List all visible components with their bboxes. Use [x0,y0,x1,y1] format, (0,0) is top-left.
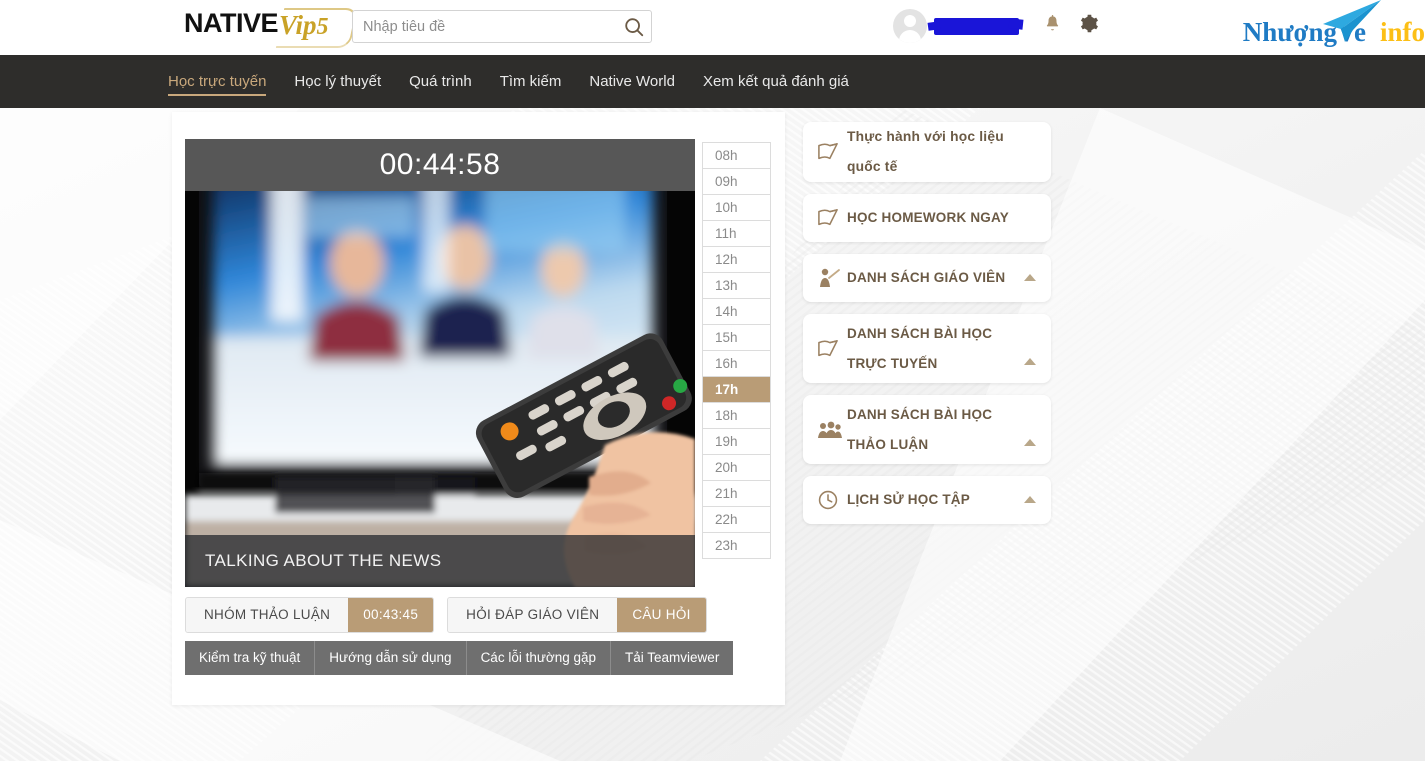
hour-item-22h[interactable]: 22h [703,507,770,533]
hour-item-21h[interactable]: 21h [703,481,770,507]
logo-text-native: NATIVE [184,8,279,38]
watermark-tld: info [1379,17,1425,47]
right-sidebar: Thực hành với học liệu quốc tế HỌC HOMEW… [803,122,1051,536]
sidebar-item-label: Thực hành với học liệu quốc tế [847,129,1004,174]
hour-item-09h[interactable]: 09h [703,169,770,195]
hour-item-20h[interactable]: 20h [703,455,770,481]
hour-item-13h[interactable]: 13h [703,273,770,299]
book-icon [817,142,847,162]
nav-item-native-world[interactable]: Native World [575,55,689,108]
username-redacted [934,17,1019,35]
avatar[interactable] [893,9,927,43]
sidebar-item-homework[interactable]: HỌC HOMEWORK NGAY [803,194,1051,242]
discussion-group-label[interactable]: NHÓM THẢO LUẬN [186,598,349,632]
search-button[interactable] [617,11,651,42]
video-player[interactable]: 00:44:58 TALKING ABOUT THE NEWS [185,139,695,587]
group-icon [817,420,847,440]
main-content-panel: 00:44:58 TALKING ABOUT THE NEWS 08h 09h … [172,112,785,705]
video-title-bar: TALKING ABOUT THE NEWS [185,535,695,587]
hour-item-19h[interactable]: 19h [703,429,770,455]
discussion-group-timer[interactable]: 00:43:45 [348,598,434,632]
teacher-qa-label[interactable]: HỎI ĐÁP GIÁO VIÊN [448,598,618,632]
video-timer-bar: 00:44:58 [185,139,695,191]
hour-item-16h[interactable]: 16h [703,351,770,377]
hour-item-18h[interactable]: 18h [703,403,770,429]
search-box[interactable] [352,10,652,43]
user-area [893,9,1099,43]
discussion-tab-row: NHÓM THẢO LUẬN 00:43:45 HỎI ĐÁP GIÁO VIÊ… [185,597,707,633]
hour-item-17h[interactable]: 17h [703,377,770,403]
nav-item-tim-kiem[interactable]: Tìm kiếm [486,55,576,108]
main-navigation: Học trực tuyến Học lý thuyết Quá trình T… [0,55,1425,108]
chevron-up-icon[interactable] [1023,269,1037,287]
hour-item-15h[interactable]: 15h [703,325,770,351]
book-icon [817,339,847,359]
sidebar-item-lich-su-hoc-tap[interactable]: LỊCH SỬ HỌC TẬP [803,476,1051,524]
sidebar-item-label: DANH SÁCH GIÁO VIÊN [847,270,1006,285]
video-timer: 00:44:58 [379,148,501,181]
nav-item-hoc-ly-thuyet[interactable]: Học lý thuyết [280,55,395,108]
nav-item-qua-trinh[interactable]: Quá trình [395,55,486,108]
sidebar-item-thuc-hanh[interactable]: Thực hành với học liệu quốc tế [803,122,1051,182]
nav-item-xem-ket-qua-danh-gia[interactable]: Xem kết quả đánh giá [689,55,863,108]
video-title: TALKING ABOUT THE NEWS [205,551,442,570]
watermark: NhượngVe info [1243,0,1425,47]
search-icon [625,17,644,36]
chevron-up-icon[interactable] [1023,491,1037,509]
paper-plane-icon [1323,0,1381,42]
page-header: NATIVE Vip5 Nhập tiêu đề NhượngVe info [0,0,1425,55]
hour-item-23h[interactable]: 23h [703,533,770,559]
hour-item-10h[interactable]: 10h [703,195,770,221]
util-button-cac-loi-thuong-gap[interactable]: Các lỗi thường gặp [467,641,612,675]
gear-icon[interactable] [1078,13,1099,39]
hour-item-12h[interactable]: 12h [703,247,770,273]
hour-item-08h[interactable]: 08h [703,143,770,169]
teacher-qa-tab: HỎI ĐÁP GIÁO VIÊN CÂU HỎI [447,597,707,633]
utility-button-row: Kiểm tra kỹ thuật Hướng dẫn sử dụng Các … [185,641,734,675]
discussion-group-tab: NHÓM THẢO LUẬN 00:43:45 [185,597,435,633]
book-icon [817,208,847,228]
util-button-tai-teamviewer[interactable]: Tải Teamviewer [611,641,733,675]
logo-swash-decoration [275,8,359,48]
teacher-icon [817,267,847,289]
sidebar-item-label: HỌC HOMEWORK NGAY [847,210,1009,225]
chevron-up-icon[interactable] [1023,434,1037,452]
nav-item-hoc-truc-tuyen[interactable]: Học trực tuyến [168,55,280,108]
sidebar-item-danh-sach-giao-vien[interactable]: DANH SÁCH GIÁO VIÊN [803,254,1051,302]
util-button-kiem-tra-ky-thuat[interactable]: Kiểm tra kỹ thuật [185,641,316,675]
hour-item-11h[interactable]: 11h [703,221,770,247]
sidebar-item-bai-hoc-truc-tuyen[interactable]: DANH SÁCH BÀI HỌC TRỰC TUYẾN [803,314,1051,383]
sidebar-item-label: LỊCH SỬ HỌC TẬP [847,492,970,507]
sidebar-item-label: DANH SÁCH BÀI HỌC THẢO LUẬN [847,406,993,452]
sidebar-item-label: DANH SÁCH BÀI HỌC TRỰC TUYẾN [847,325,993,371]
site-logo[interactable]: NATIVE Vip5 [184,8,359,48]
bell-icon[interactable] [1043,13,1062,39]
hour-item-14h[interactable]: 14h [703,299,770,325]
util-button-huong-dan-su-dung[interactable]: Hướng dẫn sử dụng [315,641,467,675]
ask-question-button[interactable]: CÂU HỎI [617,598,706,632]
chevron-up-icon[interactable] [1023,353,1037,371]
sidebar-item-bai-hoc-thao-luan[interactable]: DANH SÁCH BÀI HỌC THẢO LUẬN [803,395,1051,464]
clock-icon [817,489,847,511]
nav-item-list: Học trực tuyến Học lý thuyết Quá trình T… [168,55,863,108]
hour-selector-list: 08h 09h 10h 11h 12h 13h 14h 15h 16h 17h … [702,142,771,559]
video-thumbnail-image [185,177,695,587]
search-input[interactable] [353,11,617,42]
